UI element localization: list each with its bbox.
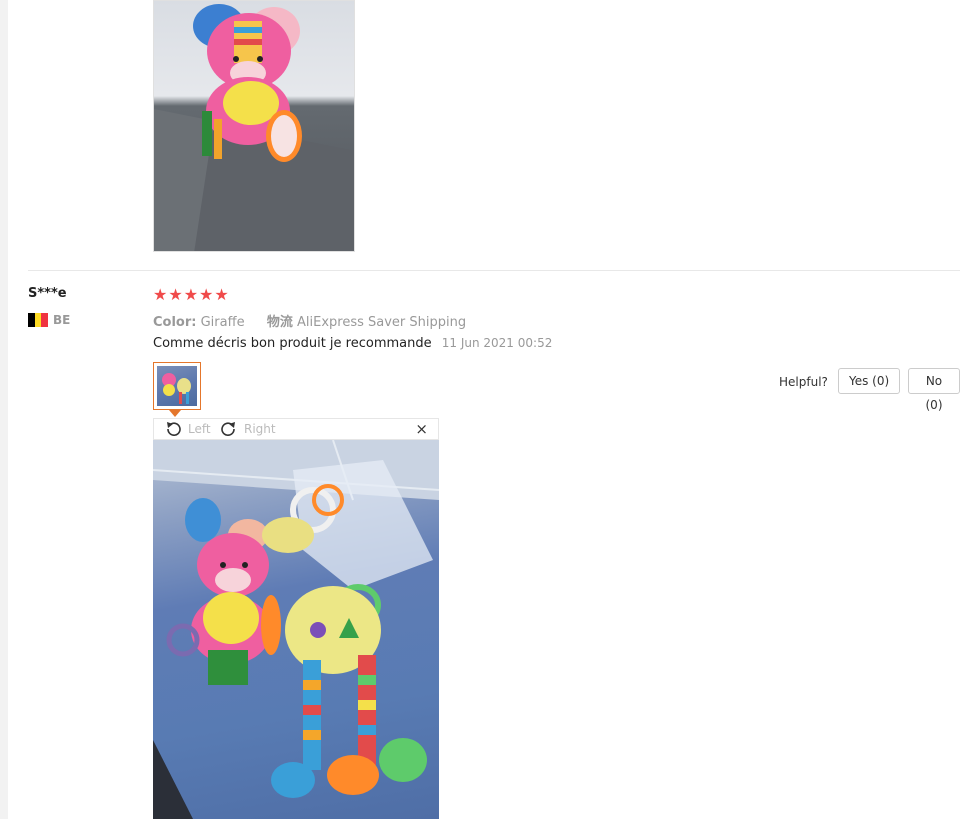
- logistics-value: AliExpress Saver Shipping: [297, 315, 467, 330]
- previous-review-photo: [153, 0, 355, 252]
- helpful-label: Helpful?: [779, 375, 828, 389]
- review-comment: Comme décris bon produit je recommande: [153, 336, 432, 351]
- close-icon[interactable]: ×: [415, 420, 428, 438]
- rotate-left-label: Left: [188, 422, 211, 436]
- reviewer-name: S***e: [28, 286, 67, 301]
- color-value: Giraffe: [200, 315, 245, 330]
- photo-viewer-toolbar: Left Right ×: [153, 418, 439, 440]
- belgium-flag-icon: [28, 313, 49, 327]
- rotate-left-button[interactable]: Left: [164, 421, 211, 437]
- helpful-no-button[interactable]: No (0): [908, 368, 960, 412]
- color-label: Color:: [153, 315, 197, 330]
- star-rating: ★★★★★: [153, 285, 230, 304]
- rotate-right-label: Right: [244, 422, 276, 436]
- review-meta: Color: Giraffe 物流 AliExpress Saver Shipp…: [153, 311, 466, 330]
- page-left-edge: [0, 0, 8, 819]
- review-divider: [28, 270, 960, 271]
- reviewer-country: BE: [53, 313, 71, 327]
- helpful-yes-button[interactable]: Yes (0): [838, 368, 901, 394]
- review-date: 11 Jun 2021 00:52: [441, 336, 553, 350]
- review-comment-line: Comme décris bon produit je recommande 1…: [153, 336, 552, 351]
- logistics-label: 物流: [266, 315, 293, 330]
- rotate-right-icon: [221, 422, 235, 436]
- thumbnail-selected-caret: [169, 410, 181, 417]
- rotate-right-button[interactable]: Right: [220, 421, 276, 437]
- review-photo-thumbnail[interactable]: [153, 362, 201, 410]
- review-photo-large: [153, 440, 439, 819]
- rotate-left-icon: [167, 422, 181, 436]
